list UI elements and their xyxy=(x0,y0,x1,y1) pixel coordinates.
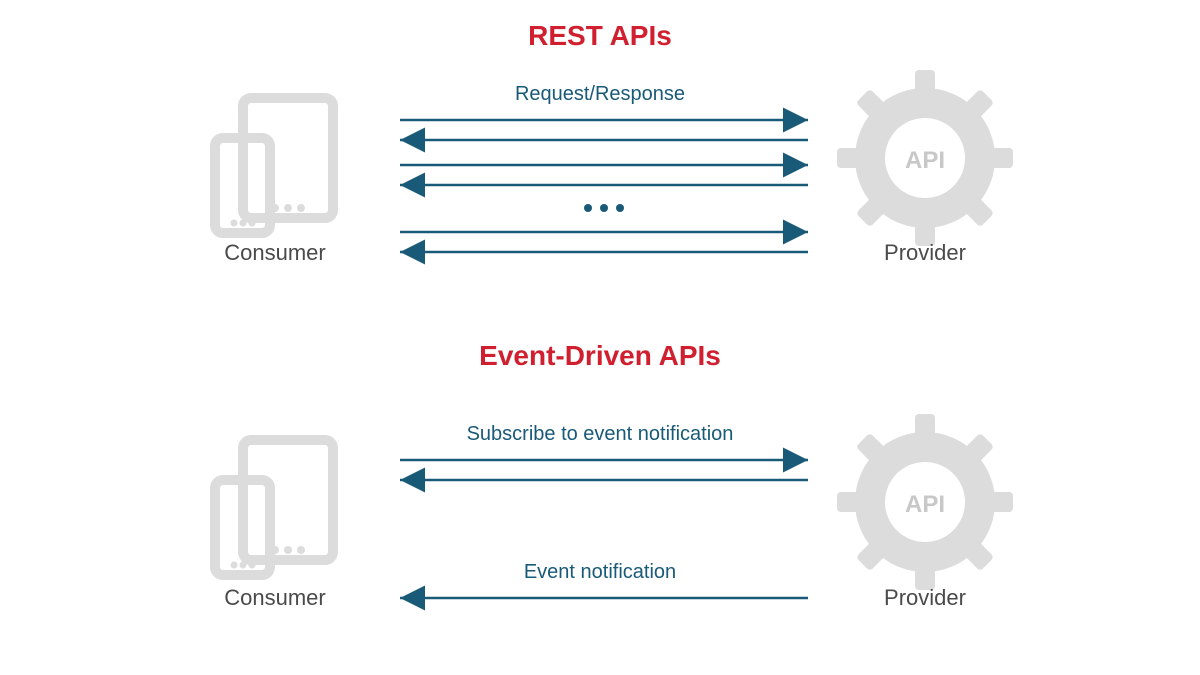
event-consumer-icon xyxy=(215,440,333,575)
rest-consumer-icon xyxy=(215,98,333,233)
rest-provider-label: Provider xyxy=(884,240,966,265)
event-subscribe-arrows xyxy=(400,460,808,480)
event-api-badge: API xyxy=(905,491,945,518)
diagram-canvas: REST APIs Consumer API Provider Request/… xyxy=(0,0,1200,675)
rest-arrows xyxy=(400,120,808,252)
rest-title: REST APIs xyxy=(528,20,672,51)
rest-consumer-label: Consumer xyxy=(224,240,325,265)
event-subscribe-label: Subscribe to event notification xyxy=(467,423,734,445)
event-provider-label: Provider xyxy=(884,585,966,610)
rest-api-badge: API xyxy=(905,147,945,174)
event-consumer-label: Consumer xyxy=(224,585,325,610)
rest-arrow-label: Request/Response xyxy=(515,83,685,105)
event-notify-label: Event notification xyxy=(524,561,676,583)
event-title: Event-Driven APIs xyxy=(479,340,721,371)
